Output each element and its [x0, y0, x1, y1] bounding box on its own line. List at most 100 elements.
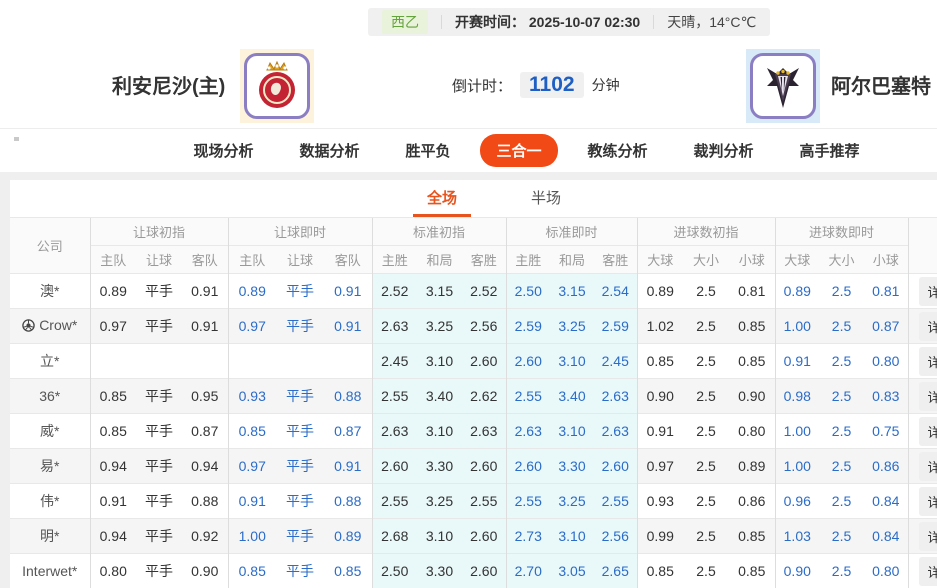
- odds-cell[interactable]: 0.91: [324, 448, 372, 484]
- nav-item-裁判分析[interactable]: 裁判分析: [678, 134, 770, 167]
- odds-cell[interactable]: 0.98: [774, 378, 820, 414]
- odds-cell[interactable]: 0.84: [864, 518, 909, 554]
- odds-cell[interactable]: 0.87: [864, 308, 909, 344]
- odds-cell[interactable]: 0.91: [774, 343, 820, 379]
- odds-cell[interactable]: 3.15: [550, 273, 594, 309]
- odds-cell[interactable]: 2.5: [819, 378, 865, 414]
- odds-cell[interactable]: 2.63: [594, 413, 637, 449]
- odds-cell[interactable]: 2.5: [819, 553, 865, 588]
- odds-cell[interactable]: 0.91: [324, 273, 372, 309]
- odds-cell[interactable]: 平手: [276, 308, 324, 344]
- odds-cell[interactable]: 0.89: [227, 273, 276, 309]
- detail-button[interactable]: 详情: [918, 311, 937, 341]
- detail-button[interactable]: 详情: [918, 416, 937, 446]
- tab-全场[interactable]: 全场: [412, 179, 471, 217]
- odds-cell[interactable]: 3.10: [550, 518, 594, 554]
- odds-cell[interactable]: 2.5: [819, 518, 865, 554]
- odds-cell[interactable]: 3.25: [550, 308, 594, 344]
- odds-cell[interactable]: 平手: [276, 553, 324, 588]
- odds-cell[interactable]: 平手: [276, 413, 324, 449]
- odds-cell[interactable]: 平手: [276, 378, 324, 414]
- odds-cell[interactable]: 0.83: [864, 378, 909, 414]
- detail-button[interactable]: 详情: [918, 556, 937, 586]
- odds-cell[interactable]: 1.00: [774, 448, 820, 484]
- nav-item-胜平负[interactable]: 胜平负: [389, 134, 466, 167]
- odds-cell[interactable]: 2.56: [594, 518, 637, 554]
- detail-button[interactable]: 详情: [918, 451, 937, 481]
- odds-cell[interactable]: 0.93: [227, 378, 276, 414]
- odds-cell[interactable]: 2.63: [594, 378, 637, 414]
- odds-cell[interactable]: 2.70: [505, 553, 550, 588]
- odds-cell[interactable]: 平手: [276, 273, 324, 309]
- nav-item-数据分析[interactable]: 数据分析: [283, 134, 375, 167]
- odds-cell[interactable]: 0.80: [864, 343, 909, 379]
- odds-cell[interactable]: 2.65: [594, 553, 637, 588]
- tab-半场[interactable]: 半场: [517, 179, 575, 217]
- odds-cell[interactable]: 3.10: [550, 343, 594, 379]
- nav-item-高手推荐[interactable]: 高手推荐: [784, 134, 876, 167]
- detail-button[interactable]: 详情: [918, 346, 937, 376]
- odds-cell[interactable]: 0.90: [774, 553, 820, 588]
- detail-button[interactable]: 详情: [918, 276, 937, 306]
- odds-cell[interactable]: 0.86: [864, 448, 909, 484]
- odds-cell[interactable]: 0.85: [227, 413, 276, 449]
- odds-cell[interactable]: 平手: [276, 448, 324, 484]
- odds-cell[interactable]: 2.5: [819, 448, 865, 484]
- odds-cell[interactable]: 2.59: [505, 308, 550, 344]
- odds-cell[interactable]: 0.87: [324, 413, 372, 449]
- odds-cell[interactable]: 2.55: [505, 378, 550, 414]
- sub-header: 让球: [136, 245, 182, 274]
- sub-header: 小球: [729, 245, 776, 274]
- odds-cell[interactable]: 2.55: [594, 483, 637, 519]
- odds-cell[interactable]: 0.96: [774, 483, 820, 519]
- odds-cell[interactable]: 2.54: [594, 273, 637, 309]
- kickoff-time-group: 开赛时间： 2025-10-07 02:30: [455, 12, 640, 32]
- odds-cell[interactable]: 0.89: [774, 273, 820, 309]
- odds-cell[interactable]: 2.73: [505, 518, 550, 554]
- odds-cell[interactable]: 1.00: [774, 308, 820, 344]
- nav-item-三合一[interactable]: 三合一: [480, 134, 558, 167]
- odds-cell[interactable]: 2.50: [505, 273, 550, 309]
- odds-cell[interactable]: 1.00: [774, 413, 820, 449]
- odds-cell[interactable]: 2.5: [819, 413, 865, 449]
- odds-cell[interactable]: 0.88: [324, 483, 372, 519]
- odds-cell[interactable]: 0.88: [324, 378, 372, 414]
- odds-cell[interactable]: 2.45: [594, 343, 637, 379]
- detail-button[interactable]: 详情: [918, 486, 937, 516]
- odds-cell[interactable]: 3.40: [550, 378, 594, 414]
- detail-button[interactable]: 详情: [918, 521, 937, 551]
- odds-cell[interactable]: 平手: [276, 483, 324, 519]
- odds-cell[interactable]: 2.60: [505, 343, 550, 379]
- odds-cell[interactable]: 2.60: [505, 448, 550, 484]
- odds-cell[interactable]: 0.97: [227, 308, 276, 344]
- detail-button[interactable]: 详情: [918, 381, 937, 411]
- odds-cell[interactable]: 2.5: [819, 483, 865, 519]
- odds-cell[interactable]: 0.85: [324, 553, 372, 588]
- odds-cell[interactable]: 平手: [276, 518, 324, 554]
- odds-cell[interactable]: 2.60: [594, 448, 637, 484]
- odds-cell[interactable]: 2.59: [594, 308, 637, 344]
- odds-cell[interactable]: 0.75: [864, 413, 909, 449]
- odds-cell[interactable]: 2.55: [505, 483, 550, 519]
- odds-cell[interactable]: 2.5: [819, 273, 865, 309]
- odds-cell[interactable]: 0.89: [324, 518, 372, 554]
- odds-cell[interactable]: 2.5: [819, 308, 865, 344]
- odds-cell[interactable]: 0.91: [324, 308, 372, 344]
- odds-cell[interactable]: 3.10: [550, 413, 594, 449]
- odds-cell[interactable]: 3.30: [550, 448, 594, 484]
- nav-item-教练分析[interactable]: 教练分析: [572, 134, 664, 167]
- odds-cell[interactable]: 2.63: [505, 413, 550, 449]
- odds-cell[interactable]: 3.05: [550, 553, 594, 588]
- odds-cell[interactable]: 0.81: [864, 273, 909, 309]
- odds-cell[interactable]: 0.84: [864, 483, 909, 519]
- odds-cell[interactable]: 3.25: [550, 483, 594, 519]
- odds-cell[interactable]: 0.97: [227, 448, 276, 484]
- odds-cell[interactable]: 0.80: [864, 553, 909, 588]
- odds-cell[interactable]: 2.5: [819, 343, 865, 379]
- nav-item-现场分析[interactable]: 现场分析: [177, 134, 269, 167]
- odds-cell[interactable]: 0.91: [227, 483, 276, 519]
- odds-cell[interactable]: 1.00: [227, 518, 276, 554]
- odds-cell[interactable]: 0.85: [227, 553, 276, 588]
- detail-cell: 详情: [907, 483, 937, 519]
- odds-cell[interactable]: 1.03: [774, 518, 820, 554]
